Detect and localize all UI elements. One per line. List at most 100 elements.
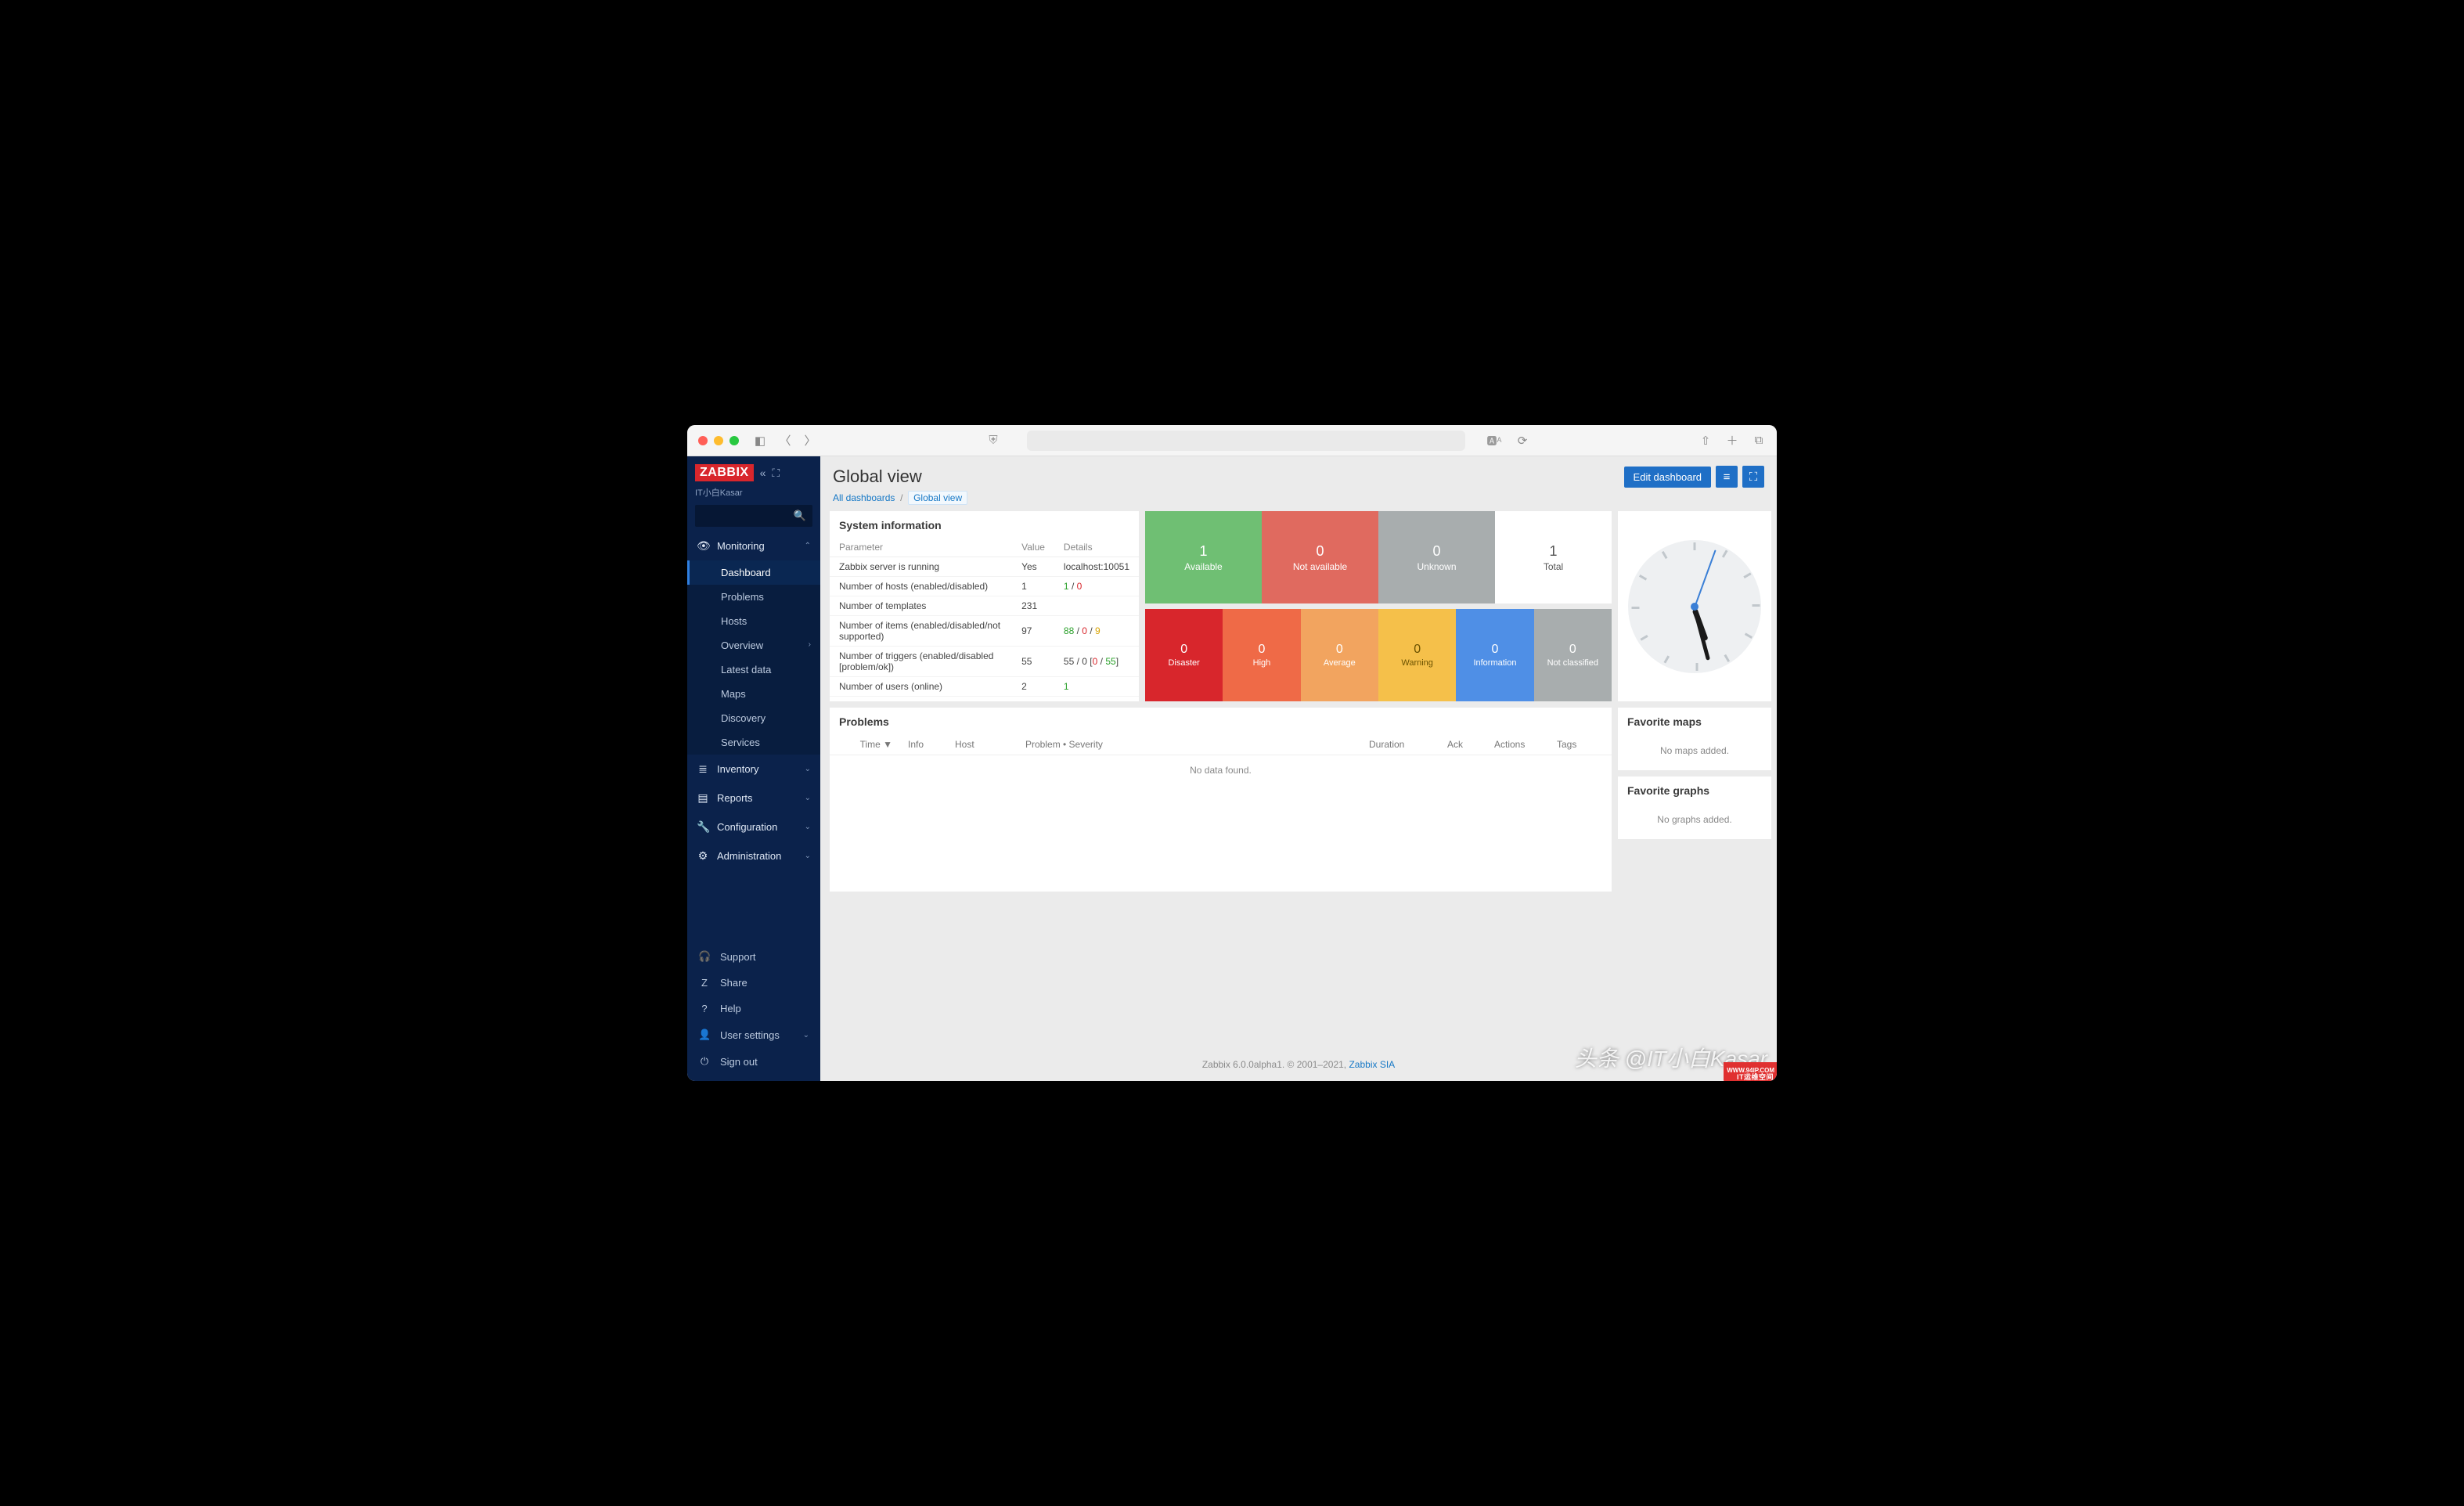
sidebar-item-overview[interactable]: Overview› [687, 633, 820, 658]
sign out-icon: ⏻ [698, 1055, 711, 1068]
host-cell-available[interactable]: 1Available [1145, 511, 1262, 603]
table-row: Number of templates231 [830, 596, 1139, 616]
forward-icon[interactable]: 〉 [803, 434, 817, 448]
reload-icon[interactable]: ⟳ [1515, 434, 1529, 448]
clock-tick [1743, 572, 1751, 578]
nav-inventory[interactable]: ≣ Inventory ⌄ [687, 755, 820, 784]
no-data-message: No data found. [830, 755, 1612, 786]
col-problem-severity[interactable]: Problem • Severity [1018, 734, 1361, 755]
col-time-[interactable]: Time ▼ [830, 734, 900, 755]
sidebar-support[interactable]: 🎧Support [687, 943, 820, 970]
widget-host-availability: 1Available0Not available0Unknown1Total 0… [1145, 511, 1612, 701]
sidebar-item-dashboard[interactable]: Dashboard [687, 560, 820, 585]
user-label: IT小白Kasar [695, 486, 812, 499]
sidebar-sign-out[interactable]: ⏻Sign out [687, 1048, 820, 1075]
host-cell-notavail[interactable]: 0Not available [1262, 511, 1378, 603]
collapse-icon[interactable]: « [760, 467, 766, 479]
corner-badge: WWW.94IP.COM IT运维空间 [1724, 1062, 1777, 1081]
sidebar-item-discovery[interactable]: Discovery [687, 706, 820, 730]
sidebar-item-problems[interactable]: Problems [687, 585, 820, 609]
host-cell-total[interactable]: 1Total [1495, 511, 1612, 603]
nav-label: Inventory [717, 763, 758, 775]
menu-button[interactable]: ≡ [1716, 466, 1738, 488]
new-tab-icon[interactable]: ＋ [1725, 434, 1739, 448]
footer: Zabbix 6.0.0alpha1. © 2001–2021, Zabbix … [820, 1051, 1777, 1081]
nav-reports[interactable]: ▤ Reports ⌄ [687, 784, 820, 812]
sidebar-item-maps[interactable]: Maps [687, 682, 820, 706]
chevron-down-icon: ⌄ [805, 794, 811, 802]
sidebar: ZABBIX « ⛶ IT小白Kasar 🔍 👁 Monitoring ⌃ Da… [687, 456, 820, 1081]
sidebar-item-hosts[interactable]: Hosts [687, 609, 820, 633]
help-icon: ? [698, 1003, 711, 1014]
fullscreen-button[interactable]: ⛶ [1742, 466, 1764, 488]
col-actions[interactable]: Actions [1486, 734, 1549, 755]
share-icon[interactable]: ⇧ [1699, 434, 1713, 448]
chevron-down-icon: ⌄ [805, 765, 811, 773]
widget-favorite-maps: Favorite maps No maps added. [1618, 708, 1771, 770]
close-dot[interactable] [698, 436, 708, 445]
edit-dashboard-button[interactable]: Edit dashboard [1624, 467, 1711, 488]
clock-tick [1640, 635, 1648, 641]
col-duration[interactable]: Duration [1361, 734, 1439, 755]
gear-icon: ⚙ [697, 849, 709, 863]
col-parameter: Parameter [830, 538, 1012, 557]
clock-center [1691, 603, 1699, 611]
back-icon[interactable]: 〈 [778, 434, 792, 448]
breadcrumb: All dashboards / Global view [820, 489, 1777, 511]
breadcrumb-root[interactable]: All dashboards [833, 492, 895, 503]
browser-titlebar: ◧ 〈 〉 ⛨ 🅰ᴬ ⟳ ⇧ ＋ ⧉ [687, 425, 1777, 456]
severity-warning[interactable]: 0Warning [1378, 609, 1456, 701]
clock-tick [1664, 655, 1670, 663]
sidebar-item-latest-data[interactable]: Latest data [687, 658, 820, 682]
breadcrumb-current[interactable]: Global view [908, 491, 967, 505]
sidebar-user-settings[interactable]: 👤User settings⌄ [687, 1021, 820, 1048]
table-row: Number of users (online)21 [830, 677, 1139, 697]
widget-favorite-graphs: Favorite graphs No graphs added. [1618, 776, 1771, 839]
clock-tick [1632, 607, 1640, 609]
sidebar-help[interactable]: ?Help [687, 996, 820, 1021]
sidebar-item-services[interactable]: Services [687, 730, 820, 755]
nav-label: Administration [717, 850, 781, 862]
nav-label: Monitoring [717, 540, 765, 552]
widget-title: Favorite graphs [1618, 776, 1771, 803]
sidebar-share[interactable]: ZShare [687, 970, 820, 996]
logo[interactable]: ZABBIX [695, 464, 754, 481]
list-icon: ≣ [697, 762, 709, 776]
shield-icon[interactable]: ⛨ [986, 434, 1000, 448]
col-info[interactable]: Info [900, 734, 947, 755]
footer-link[interactable]: Zabbix SIA [1349, 1059, 1395, 1070]
chevron-down-icon: ⌄ [805, 823, 811, 831]
analog-clock [1628, 540, 1761, 673]
min-dot[interactable] [714, 436, 723, 445]
severity-nc[interactable]: 0Not classified [1534, 609, 1612, 701]
col-tags[interactable]: Tags [1549, 734, 1612, 755]
severity-average[interactable]: 0Average [1301, 609, 1378, 701]
tabs-icon[interactable]: ⧉ [1752, 434, 1766, 448]
severity-disaster[interactable]: 0Disaster [1145, 609, 1223, 701]
nav-configuration[interactable]: 🔧 Configuration ⌄ [687, 812, 820, 841]
widget-title: Favorite maps [1618, 708, 1771, 734]
window-controls[interactable] [698, 436, 739, 445]
table-row: Required server performance, new values … [830, 697, 1139, 702]
popout-icon[interactable]: ⛶ [772, 467, 780, 480]
search-input[interactable]: 🔍 [695, 505, 812, 527]
col-ack[interactable]: Ack [1439, 734, 1486, 755]
max-dot[interactable] [729, 436, 739, 445]
nav-monitoring[interactable]: 👁 Monitoring ⌃ [687, 531, 820, 560]
severity-high[interactable]: 0High [1223, 609, 1300, 701]
user settings-icon: 👤 [698, 1029, 711, 1041]
url-bar[interactable] [1027, 431, 1465, 451]
chevron-right-icon: › [809, 640, 811, 649]
severity-info[interactable]: 0Information [1456, 609, 1533, 701]
sidebar-toggle-icon[interactable]: ◧ [753, 434, 767, 448]
clock-tick [1694, 542, 1696, 550]
widget-system-information: System information Parameter Value Detai… [830, 511, 1139, 701]
eye-icon: 👁 [697, 539, 709, 553]
col-details: Details [1054, 538, 1139, 557]
col-host[interactable]: Host [947, 734, 1018, 755]
page-title: Global view [833, 467, 922, 487]
translate-icon[interactable]: 🅰ᴬ [1487, 434, 1501, 448]
host-cell-unknown[interactable]: 0Unknown [1378, 511, 1495, 603]
nav-administration[interactable]: ⚙ Administration ⌄ [687, 841, 820, 870]
widget-clock [1618, 511, 1771, 701]
